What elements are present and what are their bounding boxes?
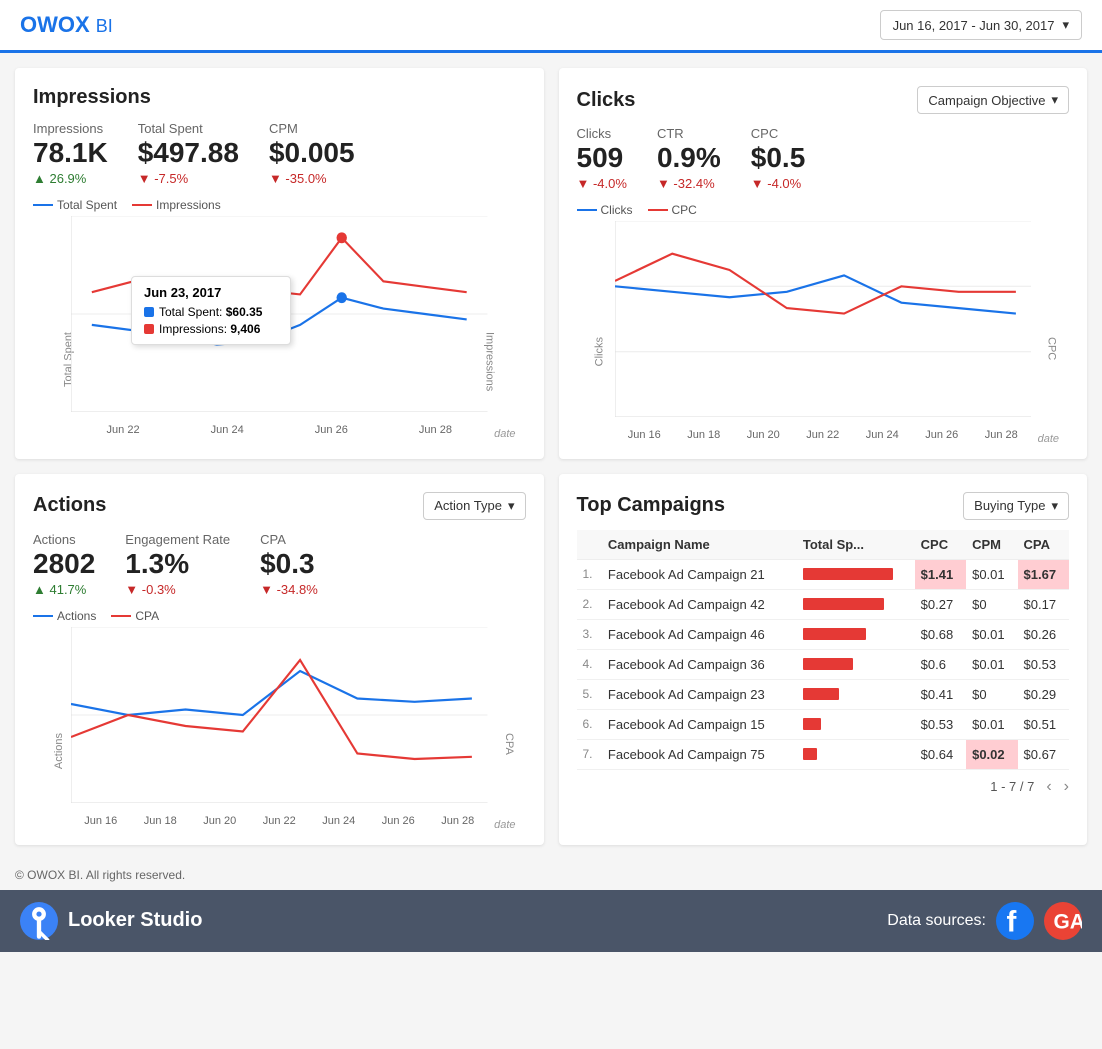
clicks-card-header: Clicks Campaign Objective ▾ bbox=[577, 86, 1070, 114]
actions-title: Actions bbox=[33, 494, 106, 517]
chevron-down-icon: ▾ bbox=[1051, 92, 1058, 108]
chevron-down-icon: ▾ bbox=[508, 498, 515, 514]
actions-card-header: Actions Action Type ▾ bbox=[33, 492, 526, 520]
col-cpa: CPA bbox=[1018, 530, 1069, 560]
actions-metrics: Actions 2802 ▲ 41.7% Engagement Rate 1.3… bbox=[33, 532, 526, 597]
clicks-chart-wrap: Clicks CPC 60 40 20 0 1.5 1 0.5 bbox=[577, 221, 1070, 441]
looker-studio-label: Looker Studio bbox=[68, 909, 202, 932]
impressions-chart-wrap: Total Spent Impressions 100 50 0 bbox=[33, 216, 526, 436]
tooltip-spent-dot bbox=[144, 307, 154, 317]
action-type-label: Action Type bbox=[434, 498, 502, 513]
col-cpc: CPC bbox=[915, 530, 966, 560]
clicks-metric-clicks: Clicks 509 ▼ -4.0% bbox=[577, 126, 627, 191]
campaign-objective-dropdown[interactable]: Campaign Objective ▾ bbox=[917, 86, 1069, 114]
legend-line-cpa bbox=[111, 615, 131, 617]
impressions-metric-cpm: CPM $0.005 ▼ -35.0% bbox=[269, 121, 355, 186]
impressions-title: Impressions bbox=[33, 86, 151, 109]
impressions-metric-impressions: Impressions 78.1K ▲ 26.9% bbox=[33, 121, 108, 186]
buying-type-label: Buying Type bbox=[974, 498, 1045, 513]
actions-metric-actions: Actions 2802 ▲ 41.7% bbox=[33, 532, 95, 597]
impressions-metric-totalspent: Total Spent $497.88 ▼ -7.5% bbox=[138, 121, 239, 186]
tooltip-dot-impressions bbox=[337, 232, 347, 243]
actions-metric-engagement: Engagement Rate 1.3% ▼ -0.3% bbox=[125, 532, 230, 597]
looker-icon bbox=[20, 902, 58, 940]
clicks-metric-cpc: CPC $0.5 ▼ -4.0% bbox=[751, 126, 806, 191]
col-rank bbox=[577, 530, 602, 560]
clicks-metric-ctr: CTR 0.9% ▼ -32.4% bbox=[657, 126, 721, 191]
y-axis-actions: Actions bbox=[53, 733, 65, 769]
legend-line-impressions bbox=[132, 204, 152, 206]
campaigns-title: Top Campaigns bbox=[577, 494, 726, 517]
logo-owox: OWOX bbox=[20, 12, 90, 37]
col-campaign-name: Campaign Name bbox=[602, 530, 797, 560]
actions-card: Actions Action Type ▾ Actions 2802 ▲ 41.… bbox=[15, 474, 544, 845]
legend-line-actions bbox=[33, 615, 53, 617]
svg-text:GA: GA bbox=[1054, 910, 1083, 933]
footer-bar: Looker Studio Data sources: f GA bbox=[0, 890, 1102, 952]
actions-chart-svg: 200 100 0 0.4 0.2 0 bbox=[71, 627, 488, 803]
clicks-legend: Clicks CPC bbox=[577, 203, 1070, 217]
footer-copyright: © OWOX BI. All rights reserved. bbox=[0, 860, 1102, 890]
date-range-picker[interactable]: Jun 16, 2017 - Jun 30, 2017 ▾ bbox=[880, 10, 1082, 40]
col-cpm: CPM bbox=[966, 530, 1017, 560]
clicks-x-labels: Jun 16Jun 18Jun 20Jun 22Jun 24Jun 26Jun … bbox=[615, 429, 1032, 441]
y-axis-cpc: CPC bbox=[1045, 337, 1057, 360]
table-header-row: Campaign Name Total Sp... CPC CPM CPA bbox=[577, 530, 1070, 560]
campaigns-header: Top Campaigns Buying Type ▾ bbox=[577, 492, 1070, 520]
logo: OWOX BI bbox=[20, 12, 113, 38]
actions-chart-wrap: Actions CPA 200 100 0 0.4 0.2 0 bbox=[33, 627, 526, 827]
main-content: Impressions Impressions 78.1K ▲ 26.9% To… bbox=[0, 53, 1102, 860]
legend-line-clicks bbox=[577, 209, 597, 211]
tooltip-date: Jun 23, 2017 bbox=[144, 285, 278, 300]
top-campaigns-card: Top Campaigns Buying Type ▾ Campaign Nam… bbox=[559, 474, 1088, 845]
clicks-card: Clicks Campaign Objective ▾ Clicks 509 ▼… bbox=[559, 68, 1088, 459]
pagination-label: 1 - 7 / 7 bbox=[990, 779, 1034, 794]
facebook-icon: f bbox=[996, 902, 1034, 940]
pagination-prev[interactable]: ‹ bbox=[1046, 778, 1051, 796]
table-row: 5. Facebook Ad Campaign 23 $0.41 $0 $0.2… bbox=[577, 679, 1070, 709]
actions-legend: Actions CPA bbox=[33, 609, 526, 623]
chevron-down-icon: ▾ bbox=[1051, 498, 1058, 514]
campaigns-table: Campaign Name Total Sp... CPC CPM CPA 1.… bbox=[577, 530, 1070, 770]
data-sources: Data sources: f GA bbox=[887, 902, 1082, 940]
impressions-metrics: Impressions 78.1K ▲ 26.9% Total Spent $4… bbox=[33, 121, 526, 186]
legend-line-cpc bbox=[648, 209, 668, 211]
campaign-objective-label: Campaign Objective bbox=[928, 93, 1045, 108]
table-row: 3. Facebook Ad Campaign 46 $0.68 $0.01 $… bbox=[577, 619, 1070, 649]
table-row: 4. Facebook Ad Campaign 36 $0.6 $0.01 $0… bbox=[577, 649, 1070, 679]
actions-x-labels: Jun 16Jun 18Jun 20Jun 22Jun 24Jun 26Jun … bbox=[71, 815, 488, 827]
date-range-label: Jun 16, 2017 - Jun 30, 2017 bbox=[893, 18, 1055, 33]
chevron-down-icon: ▾ bbox=[1062, 17, 1069, 33]
clicks-chart-svg: 60 40 20 0 1.5 1 0.5 0 bbox=[615, 221, 1032, 417]
buying-type-dropdown[interactable]: Buying Type ▾ bbox=[963, 492, 1069, 520]
google-analytics-icon: GA bbox=[1044, 902, 1082, 940]
y-axis-clicks: Clicks bbox=[593, 337, 605, 366]
pagination-next[interactable]: › bbox=[1064, 778, 1069, 796]
table-row: 7. Facebook Ad Campaign 75 $0.64 $0.02 $… bbox=[577, 739, 1070, 769]
pagination: 1 - 7 / 7 ‹ › bbox=[577, 778, 1070, 796]
top-bar: OWOX BI Jun 16, 2017 - Jun 30, 2017 ▾ bbox=[0, 0, 1102, 53]
looker-logo-svg bbox=[20, 902, 58, 940]
table-row: 1. Facebook Ad Campaign 21 $1.41 $0.01 $… bbox=[577, 559, 1070, 589]
logo-bi: BI bbox=[96, 16, 113, 36]
clicks-title: Clicks bbox=[577, 89, 636, 112]
chart-tooltip: Jun 23, 2017 Total Spent: $60.35 Impress… bbox=[131, 276, 291, 345]
action-type-dropdown[interactable]: Action Type ▾ bbox=[423, 492, 525, 520]
svg-text:f: f bbox=[1007, 905, 1017, 938]
data-sources-label: Data sources: bbox=[887, 912, 986, 930]
tooltip-impressions-dot bbox=[144, 324, 154, 334]
table-row: 6. Facebook Ad Campaign 15 $0.53 $0.01 $… bbox=[577, 709, 1070, 739]
y-axis-cpa-right: CPA bbox=[503, 733, 515, 755]
tooltip-dot-spent bbox=[337, 292, 347, 303]
table-row: 2. Facebook Ad Campaign 42 $0.27 $0 $0.1… bbox=[577, 589, 1070, 619]
impressions-x-labels: Jun 22Jun 24Jun 26Jun 28 bbox=[71, 424, 488, 436]
impressions-card: Impressions Impressions 78.1K ▲ 26.9% To… bbox=[15, 68, 544, 459]
col-total-spent: Total Sp... bbox=[797, 530, 915, 560]
looker-brand: Looker Studio bbox=[20, 902, 202, 940]
impressions-legend: Total Spent Impressions bbox=[33, 198, 526, 212]
impressions-card-header: Impressions bbox=[33, 86, 526, 109]
legend-line-spent bbox=[33, 204, 53, 206]
clicks-metrics: Clicks 509 ▼ -4.0% CTR 0.9% ▼ -32.4% CPC… bbox=[577, 126, 1070, 191]
actions-metric-cpa: CPA $0.3 ▼ -34.8% bbox=[260, 532, 318, 597]
